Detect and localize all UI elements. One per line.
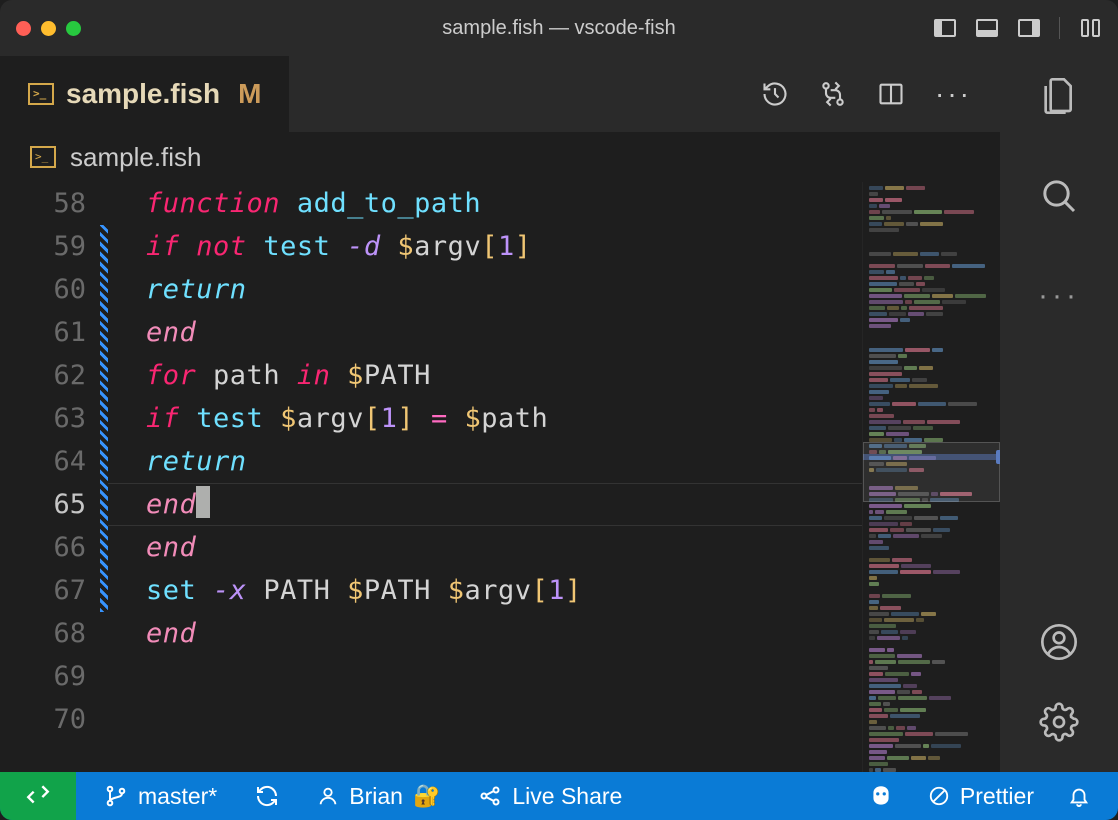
line-number: 59 <box>0 225 86 268</box>
code-line[interactable]: end <box>146 612 862 655</box>
status-live-share[interactable]: Live Share <box>478 783 622 810</box>
code-line[interactable]: return <box>146 440 862 483</box>
person-icon <box>317 785 339 807</box>
status-git-branch[interactable]: master* <box>104 783 217 810</box>
text-cursor <box>196 486 210 518</box>
remote-icon[interactable] <box>0 772 76 820</box>
line-number: 62 <box>0 354 86 397</box>
account-icon[interactable] <box>1039 622 1079 662</box>
line-number: 58 <box>0 182 86 225</box>
minimap[interactable] <box>862 182 1000 772</box>
bell-icon <box>1068 785 1090 807</box>
line-number: 61 <box>0 311 86 354</box>
line-number: 66 <box>0 526 86 569</box>
divider <box>1059 17 1060 39</box>
code-line[interactable]: set -x PATH $PATH $argv[1] <box>146 569 862 612</box>
live-share-icon <box>478 784 502 808</box>
search-icon[interactable] <box>1039 176 1079 216</box>
status-prettier[interactable]: Prettier <box>928 783 1034 810</box>
minimap-viewport[interactable] <box>863 442 1000 502</box>
editor-tabs: sample.fish M ··· <box>0 56 1000 132</box>
toggle-primary-sidebar-icon[interactable] <box>933 16 957 40</box>
status-liveshare-label: Live Share <box>512 783 622 810</box>
line-number: 63 <box>0 397 86 440</box>
toggle-panel-icon[interactable] <box>975 16 999 40</box>
no-symbol-icon <box>928 785 950 807</box>
code-line[interactable]: if test $argv[1] = $path <box>146 397 862 440</box>
ellipsis-icon[interactable]: ··· <box>1039 276 1079 316</box>
window-maximize-button[interactable] <box>66 21 81 36</box>
split-editor-icon[interactable] <box>877 80 905 108</box>
minimap-slider[interactable] <box>996 450 1000 464</box>
code-line[interactable]: end <box>146 526 862 569</box>
diff-gutter-indicator <box>100 225 108 612</box>
status-account[interactable]: Brian 🔐 <box>317 783 440 810</box>
tab-modified-indicator: M <box>238 78 261 110</box>
git-branch-icon <box>104 784 128 808</box>
line-number: 64 <box>0 440 86 483</box>
status-branch-label: master* <box>138 783 217 810</box>
line-number: 69 <box>0 655 86 698</box>
line-number: 67 <box>0 569 86 612</box>
tab-sample-fish[interactable]: sample.fish M <box>0 56 289 132</box>
window-title: sample.fish — vscode-fish <box>442 17 675 40</box>
code-line[interactable]: function add_to_path <box>146 182 862 225</box>
line-number: 65 <box>0 483 86 526</box>
toggle-secondary-sidebar-icon[interactable] <box>1017 16 1041 40</box>
fish-file-icon <box>30 146 56 168</box>
code-content[interactable]: function add_to_pathif not test -d $argv… <box>108 182 862 772</box>
line-number-gutter: 58596061626364656667686970 <box>0 182 100 772</box>
editor[interactable]: 58596061626364656667686970 function add_… <box>0 182 1000 772</box>
breadcrumb[interactable]: sample.fish <box>0 132 1000 182</box>
code-line[interactable] <box>146 698 862 741</box>
status-account-label: Brian <box>349 783 403 810</box>
breadcrumb-filename: sample.fish <box>70 142 202 173</box>
window-close-button[interactable] <box>16 21 31 36</box>
window-minimize-button[interactable] <box>41 21 56 36</box>
customize-layout-icon[interactable] <box>1078 16 1102 40</box>
code-line[interactable]: end <box>146 311 862 354</box>
activity-bar: ··· <box>1000 56 1118 772</box>
more-icon[interactable]: ··· <box>935 78 972 110</box>
lock-icon: 🔐 <box>413 783 440 809</box>
code-line[interactable]: end <box>146 483 862 526</box>
tab-filename: sample.fish <box>66 78 220 110</box>
status-notifications[interactable] <box>1068 785 1090 807</box>
status-prettier-label: Prettier <box>960 783 1034 810</box>
status-copilot[interactable] <box>868 783 894 809</box>
status-bar: master* Brian 🔐 Live Share Prettier <box>0 772 1118 820</box>
sync-icon <box>255 784 279 808</box>
code-line[interactable]: if not test -d $argv[1] <box>146 225 862 268</box>
code-line[interactable]: return <box>146 268 862 311</box>
code-line[interactable] <box>146 655 862 698</box>
titlebar: sample.fish — vscode-fish <box>0 0 1118 56</box>
line-number: 70 <box>0 698 86 741</box>
history-icon[interactable] <box>761 80 789 108</box>
explorer-icon[interactable] <box>1039 76 1079 116</box>
line-number: 60 <box>0 268 86 311</box>
fish-file-icon <box>28 83 54 105</box>
line-number: 68 <box>0 612 86 655</box>
status-sync[interactable] <box>255 784 279 808</box>
copilot-icon <box>868 783 894 809</box>
code-line[interactable]: for path in $PATH <box>146 354 862 397</box>
settings-gear-icon[interactable] <box>1039 702 1079 742</box>
compare-changes-icon[interactable] <box>819 80 847 108</box>
